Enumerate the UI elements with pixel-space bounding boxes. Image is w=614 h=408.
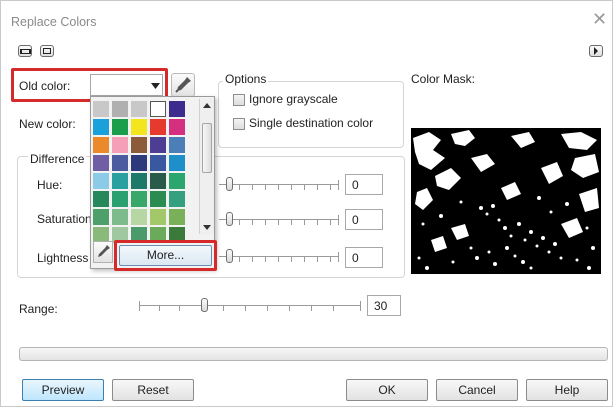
reset-button[interactable]: Reset — [112, 379, 194, 401]
color-swatch[interactable] — [150, 101, 166, 117]
color-swatch[interactable] — [169, 137, 185, 153]
color-swatch[interactable] — [131, 209, 147, 225]
eyedropper-button[interactable] — [171, 73, 195, 97]
options-group-title: Options — [223, 72, 269, 86]
color-swatch[interactable] — [150, 137, 166, 153]
color-swatch[interactable] — [169, 119, 185, 135]
old-color-label: Old color: — [19, 79, 71, 93]
color-swatch[interactable] — [169, 191, 185, 207]
lightness-label: Lightness — [37, 251, 89, 265]
saturation-slider-thumb[interactable] — [226, 212, 233, 226]
range-slider-track — [139, 305, 361, 306]
range-slider-thumb[interactable] — [201, 298, 208, 312]
close-icon[interactable]: ✕ — [592, 9, 607, 30]
color-mask-preview — [411, 128, 601, 274]
color-swatch[interactable] — [93, 191, 109, 207]
single-destination-label: Single destination color — [249, 116, 374, 130]
color-swatch[interactable] — [169, 101, 185, 117]
chevron-right-icon — [594, 47, 598, 55]
color-swatch[interactable] — [150, 155, 166, 171]
expand-button[interactable] — [589, 45, 603, 57]
cancel-button[interactable]: Cancel — [436, 379, 518, 401]
color-swatch[interactable] — [131, 155, 147, 171]
more-colors-button[interactable]: More... — [119, 245, 212, 266]
color-swatch[interactable] — [112, 173, 128, 189]
color-swatch[interactable] — [93, 119, 109, 135]
single-destination-checkbox[interactable] — [233, 118, 245, 130]
lightness-value-field[interactable]: 0 — [345, 247, 383, 268]
ok-button[interactable]: OK — [346, 379, 428, 401]
hue-label: Hue: — [37, 178, 63, 192]
eyedropper-icon — [175, 77, 191, 93]
color-swatch[interactable] — [93, 173, 109, 189]
hue-slider-track — [219, 184, 339, 185]
replace-colors-dialog: Replace Colors ✕ Options Ignore grayscal… — [0, 0, 613, 407]
saturation-slider[interactable] — [219, 211, 341, 227]
range-value-field[interactable]: 30 — [367, 295, 401, 316]
color-swatch[interactable] — [93, 137, 109, 153]
ignore-grayscale-label: Ignore grayscale — [249, 92, 338, 106]
color-mask-label: Color Mask: — [411, 72, 476, 86]
color-swatch[interactable] — [131, 137, 147, 153]
color-swatch[interactable] — [150, 209, 166, 225]
color-swatch[interactable] — [112, 155, 128, 171]
saturation-label: Saturation — [37, 212, 92, 226]
lightness-slider-track — [219, 256, 339, 257]
color-swatch[interactable] — [150, 191, 166, 207]
color-swatch[interactable] — [169, 173, 185, 189]
color-swatch[interactable] — [150, 173, 166, 189]
new-color-label: New color: — [19, 117, 76, 131]
color-swatch[interactable] — [131, 191, 147, 207]
color-swatch[interactable] — [169, 209, 185, 225]
hue-slider-thumb[interactable] — [226, 177, 233, 191]
differences-group-title: Difference — [28, 152, 87, 166]
mask-image — [413, 130, 599, 270]
color-swatch[interactable] — [131, 173, 147, 189]
old-color-swatch — [93, 77, 148, 93]
progress-bar — [19, 347, 608, 361]
color-swatch[interactable] — [112, 137, 128, 153]
color-swatch[interactable] — [112, 191, 128, 207]
palette-eyedropper-button[interactable] — [93, 241, 113, 263]
eyedropper-icon — [98, 245, 110, 257]
range-slider[interactable] — [139, 297, 363, 313]
hue-value-field[interactable]: 0 — [345, 174, 383, 195]
preview-button[interactable]: Preview — [22, 379, 104, 401]
color-swatch[interactable] — [93, 101, 109, 117]
layout-icon — [43, 48, 51, 54]
palette-scroll-thumb[interactable] — [202, 123, 212, 173]
color-swatch[interactable] — [93, 209, 109, 225]
color-swatch[interactable] — [150, 119, 166, 135]
lightness-slider-thumb[interactable] — [226, 249, 233, 263]
color-swatch[interactable] — [131, 101, 147, 117]
chevron-down-icon — [151, 83, 160, 89]
saturation-value-field[interactable]: 0 — [345, 209, 383, 230]
color-swatch[interactable] — [93, 155, 109, 171]
color-swatch[interactable] — [169, 155, 185, 171]
dialog-title: Replace Colors — [11, 15, 97, 29]
color-swatch[interactable] — [112, 101, 128, 117]
color-swatch[interactable] — [112, 209, 128, 225]
scroll-up-icon[interactable] — [203, 103, 211, 108]
lightness-slider[interactable] — [219, 248, 341, 264]
layout-toggle-button-1[interactable] — [18, 45, 32, 57]
layout-toggle-button-2[interactable] — [40, 45, 54, 57]
layout-icon — [19, 48, 31, 54]
palette-scrollbar[interactable] — [199, 99, 214, 234]
color-swatch[interactable] — [131, 119, 147, 135]
color-swatch-grid — [93, 101, 196, 243]
ignore-grayscale-checkbox[interactable] — [233, 94, 245, 106]
old-color-picker[interactable] — [90, 74, 163, 96]
color-swatch[interactable] — [112, 119, 128, 135]
hue-slider[interactable] — [219, 176, 341, 192]
help-button[interactable]: Help — [526, 379, 608, 401]
saturation-slider-track — [219, 219, 339, 220]
scroll-down-icon[interactable] — [203, 225, 211, 230]
range-label: Range: — [19, 302, 58, 316]
